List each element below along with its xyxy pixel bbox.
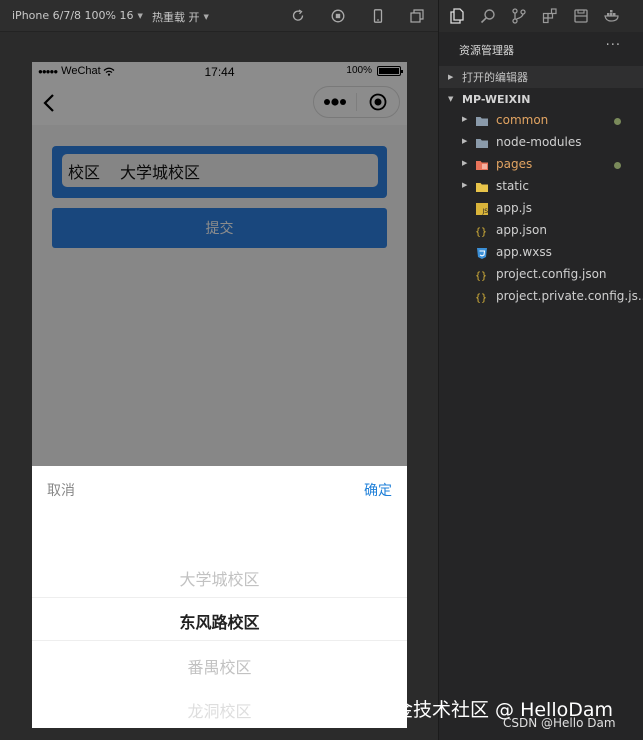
picker-option[interactable]: 龙洞校区 [32,698,407,722]
simulator-toolbar: iPhone 6/7/8 100% 16 ▼ 热重载 开 ▼ [0,0,438,32]
storage-icon[interactable] [573,8,589,24]
hot-reload-label: 热重载 开 [152,11,200,24]
device-label: iPhone 6/7/8 100% 16 [12,9,134,22]
stop-icon[interactable] [331,9,345,23]
tree-item-node-modules[interactable]: ▶ node-modules [439,132,643,154]
phone-screen: ●●●●● WeChat 17:44 100% 校区 大学城校区 提交 取消 确… [32,62,407,728]
tree-item-label: app.js [496,201,532,215]
tree-item-label: static [496,179,529,193]
refresh-icon[interactable] [291,9,305,23]
modified-dot [614,118,621,125]
tree-item-label: pages [496,157,533,171]
json-file-icon: {} [475,271,487,282]
chevron-right-icon: ▶ [462,159,468,167]
chevron-down-icon: ▼ [137,11,143,20]
tree-item-project-config[interactable]: {} project.config.json [439,264,643,286]
project-section[interactable]: ▼ MP-WEIXIN [439,88,643,110]
tree-item-label: app.json [496,223,547,237]
picker-option[interactable]: 番禺校区 [32,654,407,678]
json-file-icon: {} [475,293,487,304]
picker-indicator-top [32,597,407,598]
open-editors-label: 打开的编辑器 [462,71,528,84]
svg-text:JS: JS [482,208,489,215]
phone-icon[interactable] [371,9,385,23]
explorer-panel: 资源管理器 ··· ▶ 打开的编辑器 ▼ MP-WEIXIN ▶ common … [438,0,643,740]
picker-confirm-button[interactable]: 确定 [364,480,392,500]
window-icon[interactable] [410,9,424,23]
tree-item-project-private-config[interactable]: {} project.private.config.js... [439,286,643,308]
json-file-icon: {} [475,227,487,238]
chevron-down-icon: ▼ [448,95,454,103]
tree-item-label: project.private.config.js... [496,289,643,303]
static-folder-icon [476,183,488,192]
extensions-icon[interactable] [542,8,558,24]
css-file-icon [477,248,487,259]
folder-icon [476,139,488,148]
svg-text:{}: {} [475,227,487,238]
explorer-title: 资源管理器 [459,44,514,57]
project-label: MP-WEIXIN [462,92,531,106]
search-icon[interactable] [480,8,496,24]
svg-text:{}: {} [475,271,487,282]
pages-folder-icon [476,161,488,170]
chevron-right-icon: ▶ [448,73,454,81]
folder-icon [476,117,488,126]
modified-dot [614,162,621,169]
tree-item-label: app.wxss [496,245,552,259]
svg-text:{}: {} [475,293,487,304]
docker-icon[interactable] [604,8,620,24]
simulator-panel: iPhone 6/7/8 100% 16 ▼ 热重载 开 ▼ ●●●●● WeC… [0,0,438,740]
tree-item-app-wxss[interactable]: app.wxss [439,242,643,264]
source-control-icon[interactable] [511,8,527,24]
tree-item-app-js[interactable]: JS app.js [439,198,643,220]
chevron-right-icon: ▶ [462,115,468,123]
js-file-icon: JS [476,203,489,215]
tree-item-static[interactable]: ▶ static [439,176,643,198]
tree-item-app-json[interactable]: {} app.json [439,220,643,242]
picker-indicator-bottom [32,640,407,641]
tree-item-pages[interactable]: ▶ pages [439,154,643,176]
explorer-more-button[interactable]: ··· [606,38,621,53]
tree-item-label: project.config.json [496,267,607,281]
picker-option[interactable]: 大学城校区 [32,566,407,590]
chevron-right-icon: ▶ [462,181,468,189]
hot-reload-toggle[interactable]: 热重载 开 ▼ [152,9,209,25]
tree-item-label: node-modules [496,135,582,149]
tree-item-label: common [496,113,549,127]
activity-bar [439,0,643,32]
picker-cancel-button[interactable]: 取消 [47,480,75,500]
chevron-right-icon: ▶ [462,137,468,145]
device-select[interactable]: iPhone 6/7/8 100% 16 ▼ [12,9,143,22]
campus-picker: 取消 确定 大学城校区 东风路校区 番禺校区 龙洞校区 [32,466,407,728]
open-editors-section[interactable]: ▶ 打开的编辑器 [439,66,643,88]
picker-option-selected[interactable]: 东风路校区 [32,609,407,633]
tree-item-common[interactable]: ▶ common [439,110,643,132]
chevron-down-icon: ▼ [203,13,209,21]
watermark-sub: CSDN @Hello Dam [503,716,616,730]
files-icon[interactable] [449,8,465,24]
